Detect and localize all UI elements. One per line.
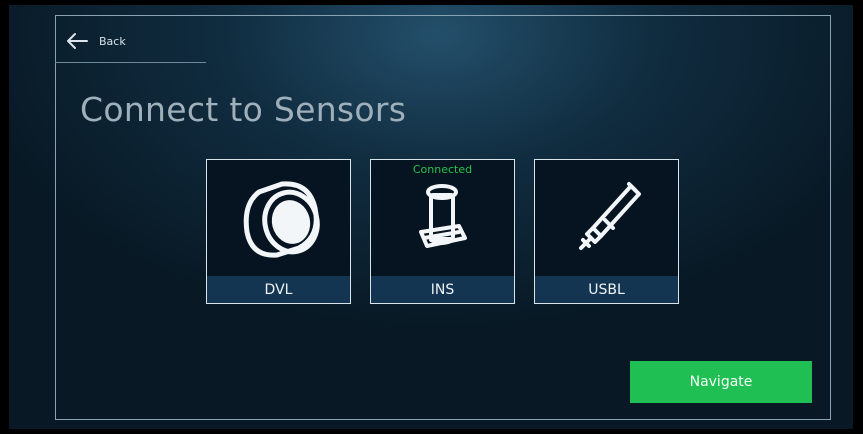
header-divider: [55, 62, 206, 63]
sensor-tile-dvl[interactable]: DVL: [206, 159, 351, 304]
ins-sensor-icon: [419, 184, 467, 248]
app-screen: Back Connect to Sensors DVL Connected IN…: [0, 0, 863, 434]
dvl-sensor-icon: [243, 181, 320, 258]
sensor-tile-ins[interactable]: Connected INS: [370, 159, 515, 304]
arrow-left-icon: [67, 33, 88, 49]
sensor-label: USBL: [588, 281, 625, 298]
back-button[interactable]: Back: [66, 30, 126, 52]
usbl-sensor-icon: [579, 182, 641, 250]
navigate-button[interactable]: Navigate: [630, 361, 812, 403]
page-title: Connect to Sensors: [80, 90, 407, 129]
navigate-label: Navigate: [689, 374, 753, 390]
sensor-tile-usbl[interactable]: USBL: [534, 159, 679, 304]
sensor-label-bar: DVL: [207, 276, 350, 303]
sensor-label: INS: [430, 281, 455, 298]
sensor-label: DVL: [264, 281, 293, 298]
sensor-label-bar: USBL: [535, 276, 678, 303]
back-label: Back: [99, 34, 126, 48]
sensor-label-bar: INS: [371, 276, 514, 303]
